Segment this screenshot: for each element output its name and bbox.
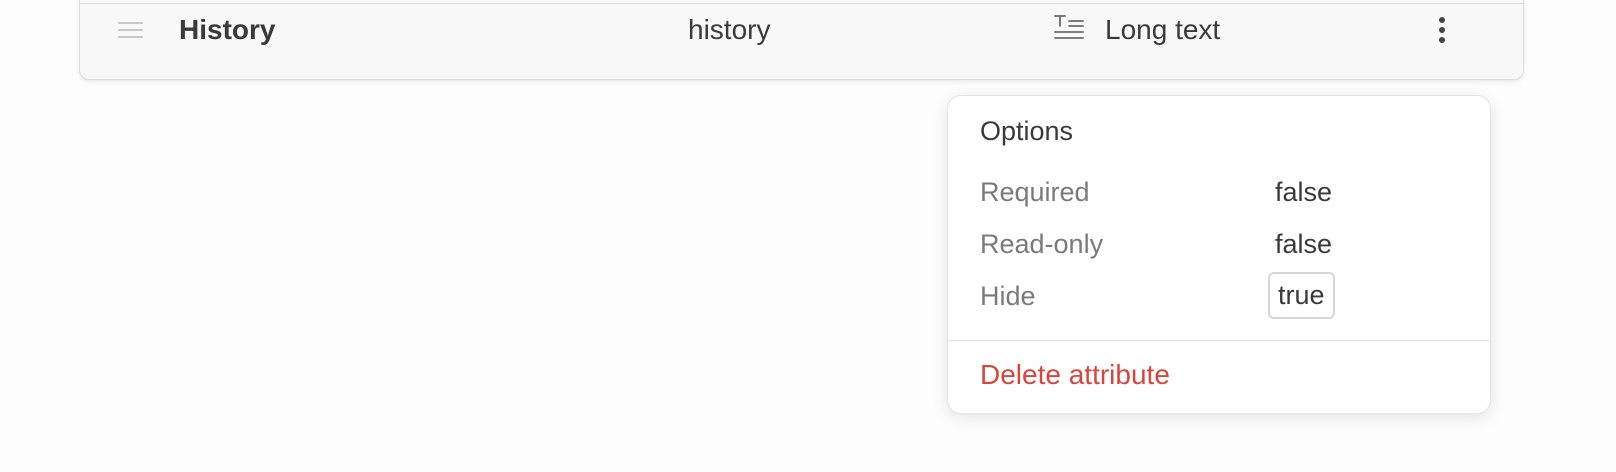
attribute-name: History: [179, 14, 276, 45]
attribute-type: Long text: [1105, 14, 1221, 45]
option-value-hide[interactable]: true: [1268, 272, 1335, 319]
options-title: Options: [980, 116, 1074, 146]
option-label-hide: Hide: [980, 281, 1036, 311]
options-popover: Options Required false Read-only false H…: [947, 95, 1491, 414]
row-divider: [80, 3, 1523, 4]
option-value-read-only[interactable]: false: [1275, 229, 1332, 260]
option-label-read-only: Read-only: [980, 229, 1104, 259]
option-label-required: Required: [980, 177, 1090, 207]
options-divider: [948, 340, 1490, 341]
attribute-key: history: [688, 14, 771, 45]
delete-attribute-button[interactable]: Delete attribute: [980, 359, 1170, 391]
long-text-icon: [1054, 13, 1084, 45]
attribute-row[interactable]: History history Long text: [79, 0, 1524, 80]
more-vertical-icon[interactable]: [1434, 13, 1450, 47]
option-value-required[interactable]: false: [1275, 177, 1332, 208]
drag-handle-icon[interactable]: [118, 19, 143, 41]
